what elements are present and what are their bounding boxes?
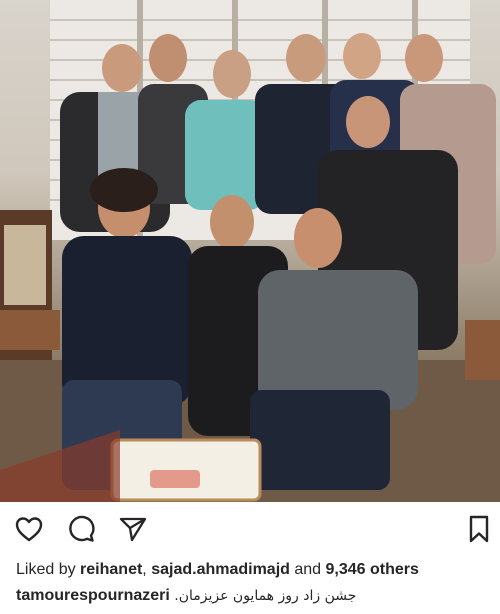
likes-summary: Liked by reihanet, sajad.ahmadimajd and … (16, 560, 486, 580)
likes-count-link[interactable]: 9,346 others (326, 561, 419, 578)
liker-username-link[interactable]: sajad.ahmadimajd (151, 561, 290, 578)
heart-icon[interactable] (14, 514, 44, 544)
likes-and: and (294, 561, 322, 578)
send-paper-plane-icon[interactable] (118, 514, 148, 544)
instagram-post: Liked by reihanet, sajad.ahmadimajd and … (0, 0, 500, 614)
likes-separator: , (142, 561, 147, 578)
post-caption: tamourespournazeri جشن زاد روز همایون عز… (16, 586, 486, 606)
group-photo-illustration (0, 0, 500, 502)
likes-prefix: Liked by (16, 561, 76, 578)
post-action-bar (0, 502, 500, 554)
author-username-link[interactable]: tamourespournazeri (16, 587, 170, 604)
caption-text: جشن زاد روز همایون عزیزمان. (174, 588, 357, 604)
comment-bubble-icon[interactable] (66, 514, 96, 544)
post-photo[interactable] (0, 0, 500, 502)
liker-username-link[interactable]: reihanet (80, 561, 142, 578)
bookmark-icon[interactable] (464, 514, 494, 544)
